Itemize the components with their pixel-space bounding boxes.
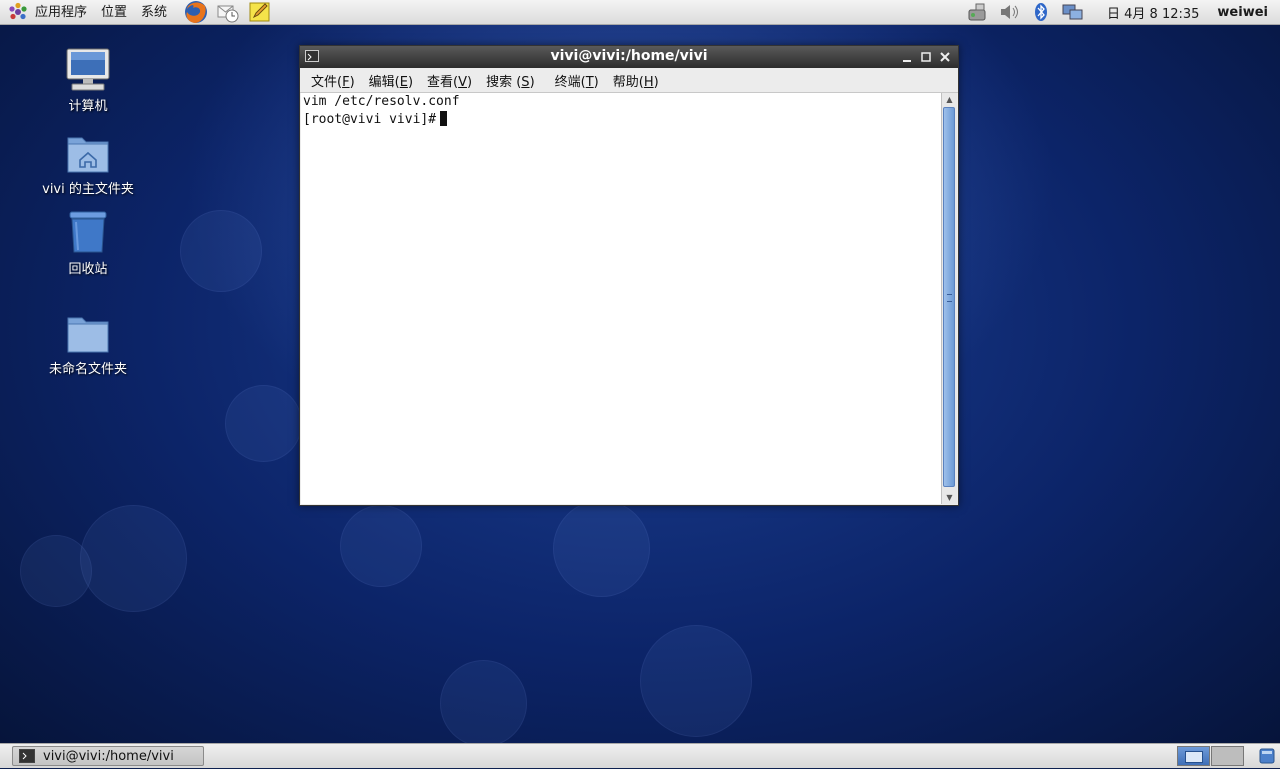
taskbar-window-label: vivi@vivi:/home/vivi bbox=[43, 748, 174, 764]
firefox-icon[interactable] bbox=[184, 0, 208, 24]
grip-icon bbox=[947, 294, 952, 302]
window-titlebar[interactable]: vivi@vivi:/home/vivi bbox=[300, 46, 958, 68]
volume-icon[interactable] bbox=[998, 2, 1020, 22]
menu-applications[interactable]: 应用程序 bbox=[28, 0, 94, 25]
desktop-icon-trash[interactable]: 回收站 bbox=[33, 210, 143, 277]
terminal-prompt: [root@vivi vivi]# bbox=[303, 112, 437, 127]
computer-icon bbox=[64, 47, 112, 93]
desktop-icon-untitled-folder[interactable]: 未命名文件夹 bbox=[33, 310, 143, 377]
bokeh-decoration bbox=[80, 505, 187, 612]
network-connection-icon[interactable] bbox=[1062, 2, 1084, 22]
user-menu[interactable]: weiwei bbox=[1217, 5, 1268, 20]
menu-places[interactable]: 位置 bbox=[94, 0, 134, 25]
menu-edit[interactable]: 编辑(E) bbox=[362, 71, 420, 90]
scroll-up-arrow-icon[interactable]: ▲ bbox=[942, 93, 957, 106]
trash-icon bbox=[64, 210, 112, 256]
terminal-icon bbox=[19, 749, 35, 763]
menu-search[interactable]: 搜索 (S) bbox=[479, 71, 542, 90]
network-manager-icon[interactable] bbox=[966, 2, 988, 22]
workspace-1[interactable] bbox=[1177, 746, 1210, 766]
trash-applet-icon[interactable] bbox=[1258, 747, 1276, 765]
taskbar-window-button[interactable]: vivi@vivi:/home/vivi bbox=[12, 746, 204, 766]
bokeh-decoration bbox=[340, 505, 422, 587]
panel-clock[interactable]: 日 4月 8 12:35 bbox=[1107, 3, 1199, 22]
menu-system[interactable]: 系统 bbox=[134, 0, 174, 25]
terminal-scrollbar[interactable]: ▲ ▼ bbox=[941, 93, 957, 504]
bokeh-decoration bbox=[180, 210, 262, 292]
bottom-panel: vivi@vivi:/home/vivi bbox=[0, 743, 1280, 768]
terminal-menubar: 文件(F) 编辑(E) 查看(V) 搜索 (S) 终端(T) 帮助(H) bbox=[300, 68, 958, 93]
desktop-icon-home-folder[interactable]: vivi 的主文件夹 bbox=[33, 130, 143, 197]
workspace-window-thumb bbox=[1185, 751, 1203, 763]
menu-terminal[interactable]: 终端(T) bbox=[548, 71, 606, 90]
bokeh-decoration bbox=[225, 385, 302, 462]
maximize-button[interactable] bbox=[918, 49, 934, 65]
notes-editor-icon[interactable] bbox=[248, 0, 272, 24]
scroll-down-arrow-icon[interactable]: ▼ bbox=[942, 491, 957, 504]
menu-file[interactable]: 文件(F) bbox=[304, 71, 362, 90]
menu-view[interactable]: 查看(V) bbox=[420, 71, 479, 90]
desktop-icon-label: vivi 的主文件夹 bbox=[42, 182, 134, 197]
desktop-icon-computer[interactable]: 计算机 bbox=[33, 47, 143, 114]
desktop-icon-label: 回收站 bbox=[68, 262, 108, 277]
scroll-thumb[interactable] bbox=[943, 107, 955, 487]
text-cursor bbox=[440, 111, 448, 126]
home-folder-icon bbox=[64, 130, 112, 176]
terminal-window: vivi@vivi:/home/vivi 文件(F) 编辑(E) 查看(V) 搜… bbox=[299, 45, 959, 506]
desktop-icon-label: 计算机 bbox=[68, 99, 108, 114]
bluetooth-icon[interactable] bbox=[1030, 2, 1052, 22]
bokeh-decoration bbox=[440, 660, 527, 743]
workspace-2[interactable] bbox=[1211, 746, 1244, 766]
terminal-text-area[interactable]: vim /etc/resolv.conf [root@vivi vivi]# bbox=[301, 93, 942, 504]
terminal-line: vim /etc/resolv.conf bbox=[303, 94, 460, 109]
menu-help[interactable]: 帮助(H) bbox=[606, 71, 666, 90]
bokeh-decoration bbox=[553, 500, 650, 597]
close-button[interactable] bbox=[937, 49, 953, 65]
terminal-prompt-line: [root@vivi vivi]# bbox=[303, 111, 448, 127]
window-title: vivi@vivi:/home/vivi bbox=[550, 48, 708, 64]
minimize-button[interactable] bbox=[899, 49, 915, 65]
bokeh-decoration bbox=[20, 535, 92, 607]
mail-clock-icon[interactable] bbox=[216, 0, 240, 24]
top-panel: 应用程序 位置 系统 日 4月 8 12:35 weiwei bbox=[0, 0, 1280, 25]
desktop-icon-label: 未命名文件夹 bbox=[48, 362, 127, 377]
bokeh-decoration bbox=[640, 625, 752, 737]
folder-icon bbox=[64, 310, 112, 356]
gnome-foot-icon[interactable] bbox=[8, 2, 28, 22]
